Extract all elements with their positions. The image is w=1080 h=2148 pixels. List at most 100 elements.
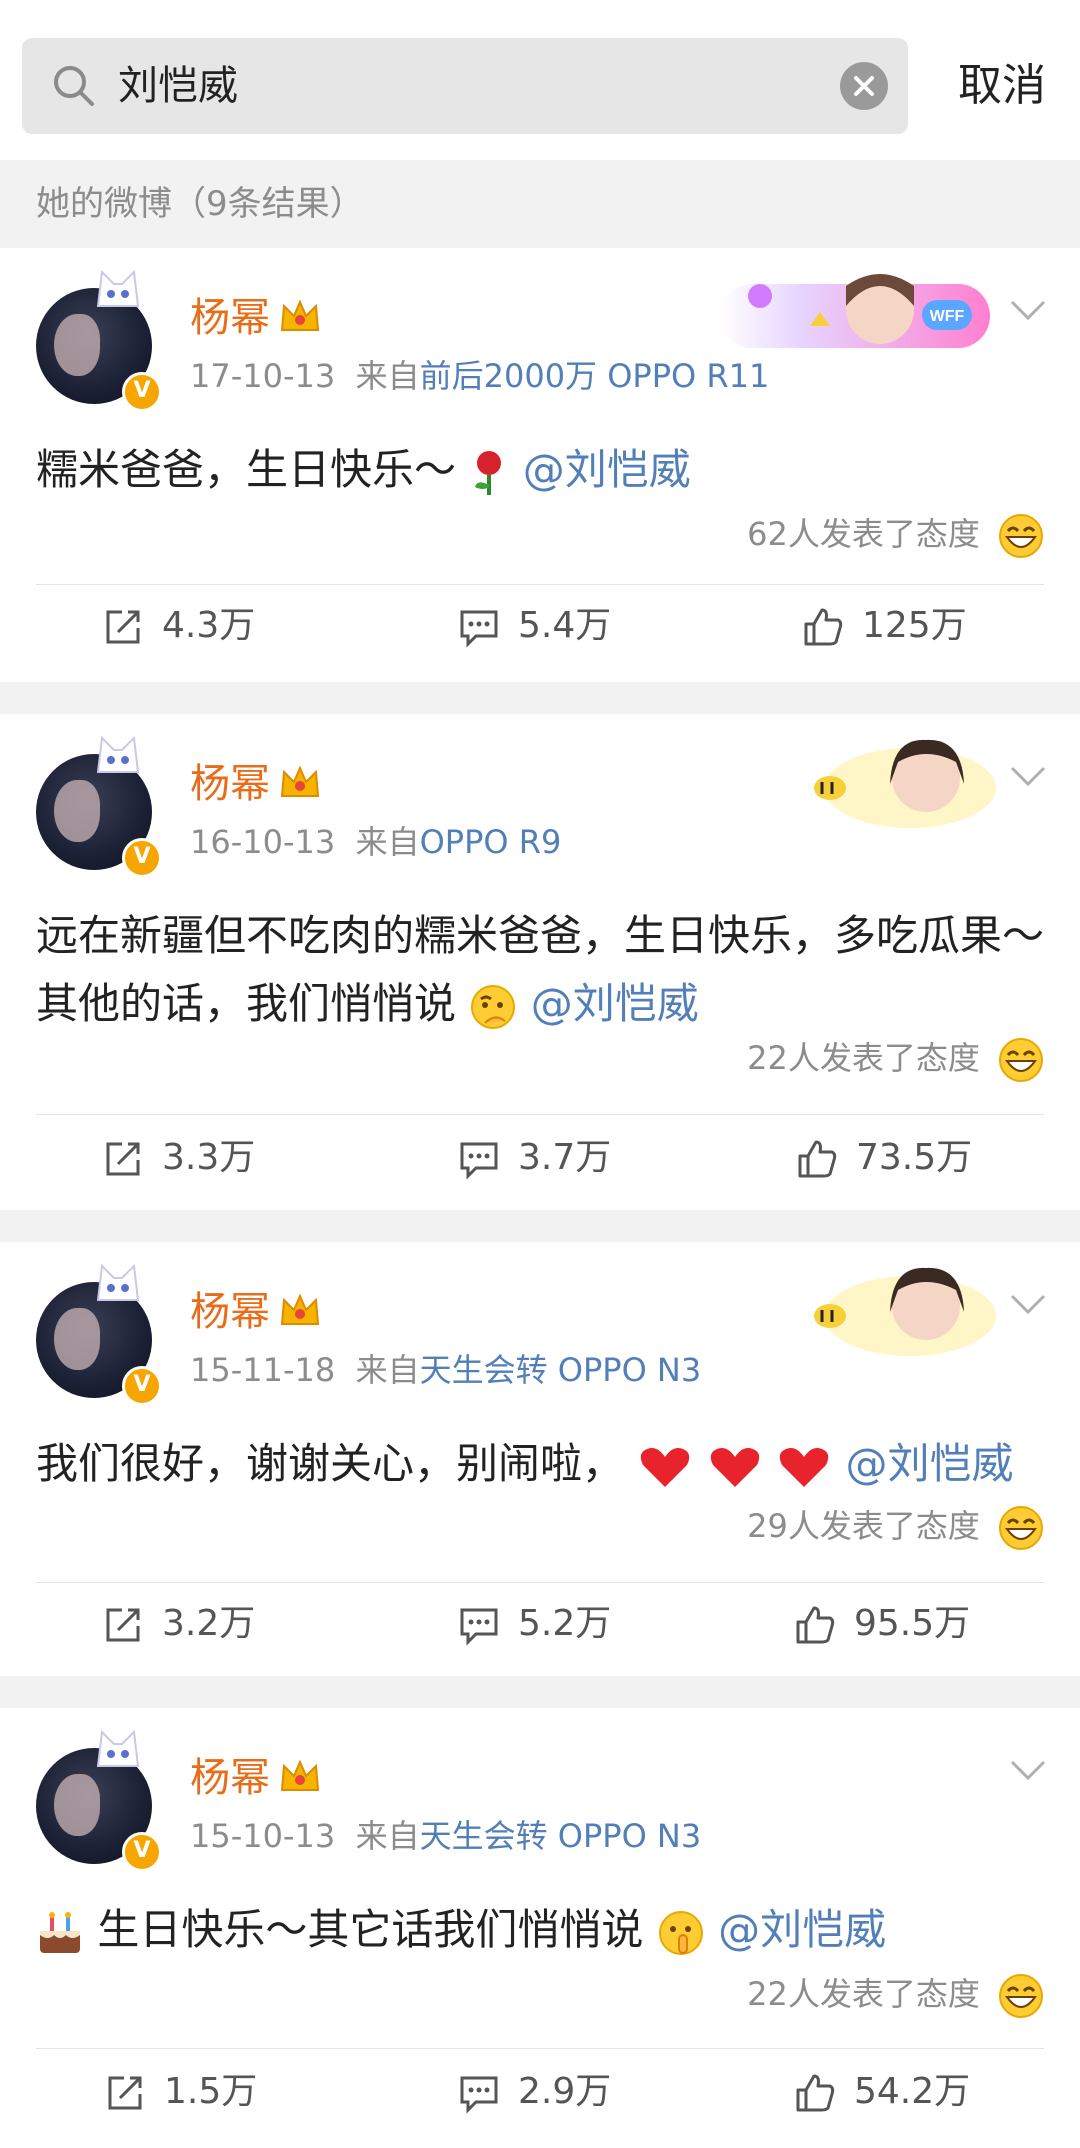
repost-icon (108, 2076, 142, 2110)
search-icon (54, 66, 94, 106)
post-text: 生日快乐～其它话我们悄悄说 (97, 1905, 644, 1954)
post-text: 糯米爸爸，生日快乐～ (36, 445, 457, 494)
thumbs-up-icon (804, 608, 843, 646)
post-source[interactable]: 天生会转 OPPO N3 (420, 1351, 702, 1389)
like-count: 54.2万 (854, 2071, 971, 2112)
avatar[interactable]: V (36, 1263, 162, 1406)
repost-button[interactable]: 3.3万 (102, 1128, 302, 1188)
post-content: 生日快乐～其它话我们悄悄说 @刘恺威 (36, 1896, 1046, 1964)
mention-link[interactable]: @刘恺威 (718, 1905, 886, 1954)
cat-ear-icon (96, 1729, 140, 1767)
shush-emoji-icon (658, 1910, 703, 1955)
repost-icon (106, 1608, 140, 1642)
search-box[interactable]: 刘恺威 (22, 38, 908, 134)
thumbs-up-icon (798, 1140, 837, 1178)
reaction-summary[interactable]: 29人发表了态度 (747, 1502, 1044, 1551)
reaction-count: 22人发表了态度 (747, 1975, 980, 2013)
reaction-count: 29人发表了态度 (747, 1507, 980, 1545)
post-date: 15-11-18 (190, 1351, 336, 1389)
like-button[interactable]: 54.2万 (794, 2062, 1014, 2122)
comment-icon (460, 1142, 498, 1180)
avatar-face (54, 1308, 100, 1370)
post-card[interactable]: V 杨幂 17-10-13 来自前后2000万 OPPO R11 WFF 糯米爸… (0, 248, 1080, 682)
chevron-down-icon[interactable] (1008, 1756, 1048, 1784)
post-date: 17-10-13 (190, 357, 336, 395)
chevron-down-icon[interactable] (1008, 1290, 1048, 1318)
username[interactable]: 杨幂 (190, 756, 270, 812)
username[interactable]: 杨幂 (190, 290, 270, 346)
from-label: 来自 (355, 823, 420, 861)
verified-badge-icon: V (122, 1366, 162, 1406)
post-card[interactable]: V 杨幂 16-10-13 来自OPPO R9 远在新疆但不吃肉的糯米爸爸，生日… (0, 714, 1080, 1210)
mention-link[interactable]: @刘恺威 (523, 445, 691, 494)
post-card[interactable]: V 杨幂 15-11-18 来自天生会转 OPPO N3 我们很好，谢谢关心，别… (0, 1242, 1080, 1676)
avatar-face (54, 314, 100, 376)
reaction-count: 22人发表了态度 (747, 1039, 980, 1077)
result-count-title: 她的微博（9条结果） (36, 184, 364, 224)
reaction-summary[interactable]: 22人发表了态度 (747, 1970, 1044, 2019)
divider (36, 2048, 1044, 2049)
post-text: 我们很好，谢谢关心，别闹啦， (36, 1439, 625, 1488)
mention-link[interactable]: @刘恺威 (845, 1439, 1013, 1488)
repost-count: 1.5万 (164, 2071, 258, 2112)
post-content: 糯米爸爸，生日快乐～ @刘恺威 (36, 436, 1046, 504)
thumbs-up-icon (796, 1606, 835, 1644)
post-source[interactable]: 天生会转 OPPO N3 (420, 1817, 702, 1855)
repost-icon (106, 1142, 140, 1176)
avatar[interactable]: V (36, 1729, 162, 1872)
clear-icon[interactable] (840, 62, 888, 110)
divider (36, 1582, 1044, 1583)
mention-link[interactable]: @刘恺威 (531, 979, 699, 1028)
comment-button[interactable]: 5.2万 (458, 1594, 658, 1654)
thinking-emoji-icon (471, 984, 516, 1029)
crown-icon (280, 1293, 320, 1325)
post-content: 远在新疆但不吃肉的糯米爸爸，生日快乐，多吃瓜果～其他的话，我们悄悄说 @刘恺威 (36, 902, 1046, 1038)
cat-ear-icon (96, 269, 140, 307)
crown-icon (280, 1759, 320, 1791)
divider (36, 584, 1044, 585)
search-bar: 刘恺威 取消 (0, 0, 1080, 160)
from-label: 来自 (355, 1351, 420, 1389)
post-date: 15-10-13 (190, 1817, 336, 1855)
cake-emoji-icon (40, 1911, 80, 1953)
username[interactable]: 杨幂 (190, 1750, 270, 1806)
post-meta: 17-10-13 来自前后2000万 OPPO R11 (190, 354, 769, 398)
smile-emoji-icon (999, 1974, 1043, 2018)
like-button[interactable]: 95.5万 (794, 1594, 1014, 1654)
smile-emoji-icon (999, 514, 1043, 558)
avatar[interactable]: V (36, 735, 162, 878)
comment-button[interactable]: 3.7万 (458, 1128, 658, 1188)
repost-button[interactable]: 4.3万 (102, 596, 302, 656)
like-button[interactable]: 125万 (802, 596, 1002, 656)
like-button[interactable]: 73.5万 (796, 1128, 1016, 1188)
repost-button[interactable]: 3.2万 (102, 1594, 302, 1654)
comment-icon (460, 610, 498, 648)
chevron-down-icon[interactable] (1008, 296, 1048, 324)
result-header: 她的微博（9条结果） (0, 160, 1080, 248)
reaction-summary[interactable]: 62人发表了态度 (747, 510, 1044, 559)
repost-count: 3.2万 (162, 1603, 256, 1644)
avatar-face (54, 1774, 100, 1836)
post-source[interactable]: OPPO R9 (420, 823, 562, 861)
avatar-face (54, 780, 100, 842)
chevron-down-icon[interactable] (1008, 762, 1048, 790)
repost-button[interactable]: 1.5万 (104, 2062, 304, 2122)
repost-icon (106, 610, 140, 644)
post-meta: 15-10-13 来自天生会转 OPPO N3 (190, 1814, 701, 1858)
repost-count: 4.3万 (162, 605, 256, 646)
like-count: 95.5万 (854, 1603, 971, 1644)
comment-count: 5.4万 (518, 605, 612, 646)
comment-button[interactable]: 5.4万 (458, 596, 658, 656)
crown-icon (280, 765, 320, 797)
avatar[interactable]: V (36, 269, 162, 412)
heart-emoji-icon (710, 1447, 759, 1487)
search-input[interactable]: 刘恺威 (118, 58, 238, 114)
reaction-summary[interactable]: 22人发表了态度 (747, 1034, 1044, 1083)
heart-emoji-icon (641, 1447, 690, 1487)
like-count: 125万 (862, 605, 967, 646)
post-card[interactable]: V 杨幂 15-10-13 来自天生会转 OPPO N3 生日快乐～其它话我们悄… (0, 1708, 1080, 2148)
cancel-button[interactable]: 取消 (958, 50, 1046, 122)
comment-button[interactable]: 2.9万 (458, 2062, 658, 2122)
username[interactable]: 杨幂 (190, 1284, 270, 1340)
rose-emoji-icon (475, 450, 502, 495)
